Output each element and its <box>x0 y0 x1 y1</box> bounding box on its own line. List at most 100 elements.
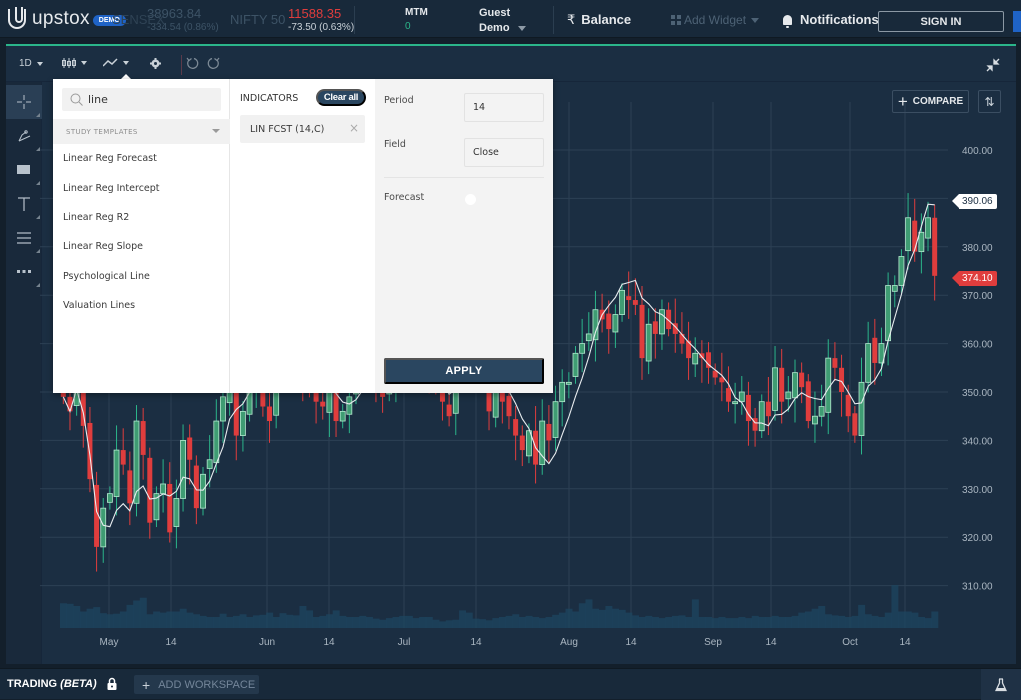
volume-bar <box>392 617 400 628</box>
volume-bar <box>632 615 639 628</box>
add-workspace-button[interactable]: + ADD WORKSPACE <box>134 675 259 694</box>
study-result-item[interactable]: Linear Reg Forecast <box>63 153 157 164</box>
field-select[interactable]: Close <box>464 138 544 167</box>
ticker-sensex[interactable]: SENSEX 38963.84 -334.54 (0.86%) <box>112 6 219 33</box>
volume-bar <box>113 613 121 628</box>
indicator-price-value: 390.06 <box>962 196 993 207</box>
sign-in-button[interactable]: SIGN IN <box>878 11 1004 32</box>
volume-bar <box>319 615 327 628</box>
volume-bar <box>119 611 127 628</box>
last-price-tag: 374.10 <box>952 271 997 286</box>
close-icon[interactable]: × <box>349 121 359 135</box>
lock-icon[interactable] <box>107 677 117 690</box>
volume-bar <box>858 604 866 628</box>
candle-up <box>559 381 566 403</box>
volume-bar <box>585 599 593 628</box>
candle-up <box>812 415 818 425</box>
mtm-label: MTM <box>405 7 428 18</box>
ticker-nifty[interactable]: NIFTY 50 11588.35 -73.50 (0.63%) <box>230 6 354 33</box>
candle-up <box>858 381 865 436</box>
volume-bar <box>558 612 566 628</box>
volume-bar <box>804 611 812 628</box>
candle-up <box>160 483 166 495</box>
volume-bar <box>864 614 872 628</box>
volume-bar <box>159 612 167 628</box>
bell-icon <box>783 14 792 28</box>
candle-down <box>852 413 858 436</box>
volume-bar <box>405 615 413 628</box>
trading-label: TRADING <box>7 678 58 690</box>
trading-workspace-tab[interactable]: TRADING (BETA) <box>7 678 97 690</box>
study-result-item[interactable]: Valuation Lines <box>63 300 135 311</box>
study-templates-header[interactable]: STUDY TEMPLATES <box>53 119 230 144</box>
volume-bar <box>372 618 380 628</box>
x-tick-label: 14 <box>899 637 911 648</box>
candle-up <box>240 410 246 436</box>
volume-bar <box>166 611 174 628</box>
period-input[interactable]: 14 <box>464 93 544 122</box>
upstox-logo[interactable]: upstox DEMO <box>8 7 126 30</box>
study-result-item[interactable]: Linear Reg Intercept <box>63 183 160 194</box>
volume-bar <box>339 615 347 628</box>
x-tick-label: 14 <box>165 637 177 648</box>
scale-toggle-button[interactable]: ⇅ <box>978 90 1001 113</box>
apply-button[interactable]: APPLY <box>384 358 544 384</box>
active-indicator-chip[interactable]: LIN FCST (14,C) × <box>240 115 365 143</box>
candle-down <box>832 358 838 368</box>
volume-bar <box>60 603 67 628</box>
volume-bar <box>259 614 267 628</box>
volume-bar <box>565 608 573 628</box>
study-result-item[interactable]: Linear Reg Slope <box>63 241 143 252</box>
compare-label: COMPARE <box>912 96 964 107</box>
notifications-button[interactable]: Notifications <box>783 12 879 28</box>
volume-bar <box>771 615 779 628</box>
study-search-box[interactable] <box>62 88 221 111</box>
volume-bar <box>512 614 520 628</box>
study-result-item[interactable]: Linear Reg R2 <box>63 212 129 223</box>
volume-bar <box>425 617 433 628</box>
candle-up <box>206 459 213 469</box>
volume-bar <box>419 617 427 628</box>
balance-label: Balance <box>581 12 632 27</box>
volume-bar <box>379 619 387 628</box>
forecast-toggle[interactable] <box>465 194 476 205</box>
volume-bar <box>193 614 200 628</box>
volume-bar <box>359 615 367 628</box>
volume-bar <box>485 620 493 628</box>
volume-bar <box>452 619 460 628</box>
balance-button[interactable]: ₹ Balance <box>567 12 631 28</box>
candle-up <box>180 439 186 499</box>
study-search-input[interactable] <box>88 93 208 106</box>
clear-all-button[interactable]: Clear all <box>316 89 366 106</box>
volume-bar <box>791 615 799 628</box>
labs-button[interactable] <box>981 669 1021 700</box>
candle-down <box>320 401 326 407</box>
candle-down <box>147 457 153 523</box>
candle-down <box>632 300 638 305</box>
candle-up <box>200 473 206 509</box>
candle-down <box>765 401 771 417</box>
active-indicators-column: INDICATORS Clear all LIN FCST (14,C) × <box>230 79 375 393</box>
y-tick-label: 320.00 <box>962 533 993 544</box>
candle-up <box>891 285 898 292</box>
header-divider <box>354 6 355 34</box>
volume-bar <box>232 615 240 628</box>
volume-bar <box>66 603 74 628</box>
account-button-edge[interactable] <box>1013 11 1021 32</box>
compare-button[interactable]: + COMPARE <box>892 90 969 113</box>
volume-bar <box>651 617 659 628</box>
candle-up <box>905 217 911 252</box>
volume-bar <box>279 613 287 628</box>
mtm-value: 0 <box>405 21 411 32</box>
volume-bar <box>545 617 553 628</box>
candle-up <box>818 406 825 417</box>
volume-bar <box>346 617 353 628</box>
volume-bar <box>86 608 94 628</box>
user-menu[interactable]: Guest Demo <box>479 7 526 34</box>
volume-bar <box>592 608 600 628</box>
add-widget-button[interactable]: Add Widget <box>671 13 760 27</box>
y-tick-label: 350.00 <box>962 388 993 399</box>
candle-up <box>220 396 226 422</box>
study-result-item[interactable]: Psychological Line <box>63 271 150 282</box>
user-line2: Demo <box>479 22 510 34</box>
